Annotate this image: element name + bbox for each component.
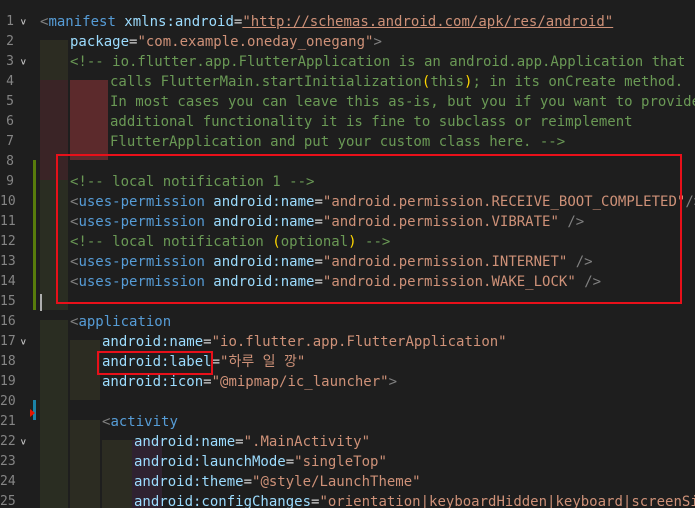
token: = <box>235 434 244 450</box>
indent-guide <box>102 440 132 508</box>
token: "하루 일 깡" <box>220 354 306 370</box>
code-line-6[interactable]: additional functionality it is fine to s… <box>110 112 633 132</box>
token: > <box>388 374 398 390</box>
gutter-added-bar <box>33 160 36 310</box>
token: FlutterApplication and put your custom c… <box>110 134 566 150</box>
token: > <box>373 34 382 50</box>
code-line-2[interactable]: package="com.example.oneday_onegang"> <box>70 32 382 52</box>
token: android:name <box>134 434 236 450</box>
code-line-22[interactable]: android:name=".MainActivity" <box>134 432 370 452</box>
code-line-5[interactable]: In most cases you can leave this as-is, … <box>110 92 695 112</box>
line-number: 25 <box>0 494 16 508</box>
code-line-16[interactable]: <application <box>70 312 171 332</box>
token: "http://schemas.android.com/apk/res/andr… <box>242 14 614 30</box>
line-number: 10 <box>0 194 16 209</box>
fold-chevron-icon[interactable]: ∨ <box>20 14 27 30</box>
line-number: 13 <box>0 254 16 269</box>
line-number: 8 <box>6 154 14 169</box>
token: /> <box>685 194 695 210</box>
token: In most cases you can leave this as-is, … <box>110 94 695 110</box>
highlight-box-label <box>97 351 213 375</box>
token: activity <box>110 414 178 430</box>
token: ; in its onCreate method. <box>472 74 684 90</box>
line-number: 5 <box>6 94 14 109</box>
line-number: 4 <box>6 74 14 89</box>
token: "singleTop" <box>294 454 387 470</box>
indent-guide <box>40 60 68 80</box>
token: package <box>70 34 130 50</box>
token: xmlns:android <box>115 14 234 30</box>
code-line-24[interactable]: android:theme="@style/LaunchTheme" <box>134 472 421 492</box>
code-line-25[interactable]: android:configChanges="orientation|keybo… <box>134 492 695 508</box>
token: android:launchMode <box>134 454 286 470</box>
token: "io.flutter.app.FlutterApplication" <box>211 334 507 350</box>
line-number: 18 <box>0 354 16 369</box>
indent-guide <box>40 40 68 60</box>
token: ".MainActivity" <box>243 434 371 450</box>
line-number: 3 <box>6 54 14 69</box>
token: "com.example.oneday_onegang" <box>137 34 374 50</box>
token: <!-- io.flutter.app.FlutterApplication i… <box>70 54 686 70</box>
line-number: 6 <box>6 114 14 129</box>
line-number: 16 <box>0 314 16 329</box>
indent-guide <box>40 320 68 508</box>
token: additional functionality it is fine to s… <box>110 114 633 130</box>
fold-chevron-icon[interactable]: ∨ <box>20 54 27 70</box>
line-number: 19 <box>0 374 16 389</box>
token: "@style/LaunchTheme" <box>252 474 421 490</box>
token: manifest <box>48 14 116 30</box>
line-number: 17 <box>0 334 16 349</box>
line-number: 1 <box>6 14 14 29</box>
token: android:configChanges <box>134 494 312 508</box>
code-line-23[interactable]: android:launchMode="singleTop" <box>134 452 387 472</box>
line-number: 24 <box>0 474 16 489</box>
indent-guide <box>70 340 100 400</box>
code-line-1[interactable]: <manifest xmlns:android="http://schemas.… <box>40 12 613 32</box>
code-line-19[interactable]: android:icon="@mipmap/ic_launcher"> <box>102 372 397 392</box>
text-cursor <box>40 294 42 311</box>
line-number: 22 <box>0 434 16 449</box>
line-number: 11 <box>0 214 16 229</box>
token: this <box>430 74 465 90</box>
token: application <box>78 314 172 330</box>
highlight-box-permissions <box>56 154 682 304</box>
code-line-21[interactable]: <activity <box>102 412 178 432</box>
token: android:theme <box>134 474 244 490</box>
token: "@mipmap/ic_launcher" <box>211 374 389 390</box>
code-editor[interactable]: 1 2 3 4 5 6 7 8 9 10 11 12 13 14 15 16 1… <box>0 0 695 508</box>
code-line-7[interactable]: FlutterApplication and put your custom c… <box>110 132 565 152</box>
token: android:icon <box>102 374 204 390</box>
line-number: 9 <box>6 174 14 189</box>
token: android:name <box>102 334 204 350</box>
indent-guide <box>70 80 108 160</box>
line-number: 21 <box>0 414 16 429</box>
line-number: 12 <box>0 234 16 249</box>
line-number: 14 <box>0 274 16 289</box>
indent-guide <box>70 420 100 508</box>
line-number: 20 <box>0 394 16 409</box>
token: = <box>203 374 212 390</box>
line-number: 7 <box>6 134 14 149</box>
token: = <box>203 334 212 350</box>
token: calls FlutterMain.startInitialization <box>110 74 422 90</box>
code-line-3[interactable]: <!-- io.flutter.app.FlutterApplication i… <box>70 52 685 72</box>
token: "orientation|keyboardHidden|keyboard|scr… <box>319 494 695 508</box>
code-line-4[interactable]: calls FlutterMain.startInitialization(th… <box>110 72 683 92</box>
code-line-17[interactable]: android:name="io.flutter.app.FlutterAppl… <box>102 332 507 352</box>
fold-chevron-icon[interactable]: ∨ <box>20 334 27 350</box>
fold-chevron-icon[interactable]: ∨ <box>20 434 27 450</box>
line-number: 15 <box>0 294 16 309</box>
token: = <box>243 474 253 490</box>
line-number: 23 <box>0 454 16 469</box>
token: = <box>285 454 295 470</box>
gutter-deleted-marker <box>30 409 35 417</box>
line-number: 2 <box>6 34 14 49</box>
